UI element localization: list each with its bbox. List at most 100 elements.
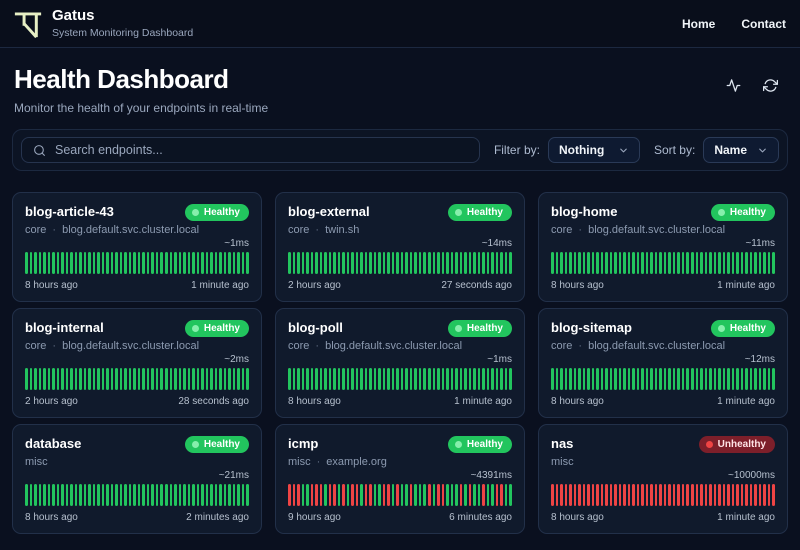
uptime-bar-success[interactable] xyxy=(618,252,622,274)
uptime-bar-success[interactable] xyxy=(164,252,168,274)
uptime-bar-success[interactable] xyxy=(38,252,42,274)
uptime-bar-success[interactable] xyxy=(360,252,363,274)
uptime-bar-success[interactable] xyxy=(609,368,613,390)
uptime-bar-success[interactable] xyxy=(681,368,685,390)
uptime-bar-failure[interactable] xyxy=(763,484,766,506)
uptime-bar-success[interactable] xyxy=(373,484,377,506)
uptime-bar-success[interactable] xyxy=(600,368,604,390)
uptime-bar-success[interactable] xyxy=(310,368,314,390)
uptime-bar-success[interactable] xyxy=(83,252,87,274)
uptime-bar-success[interactable] xyxy=(632,252,635,274)
uptime-bar-success[interactable] xyxy=(355,252,359,274)
uptime-bar-success[interactable] xyxy=(731,368,735,390)
uptime-bar-success[interactable] xyxy=(695,368,699,390)
uptime-bar-success[interactable] xyxy=(681,252,685,274)
uptime-bar-success[interactable] xyxy=(495,252,499,274)
endpoint-card[interactable]: blog-internal Healthy core · blog.defaul… xyxy=(12,308,262,418)
uptime-bar-success[interactable] xyxy=(25,368,28,390)
uptime-bar-success[interactable] xyxy=(722,252,726,274)
uptime-bar-success[interactable] xyxy=(88,252,91,274)
uptime-bar-failure[interactable] xyxy=(578,484,581,506)
uptime-bar-success[interactable] xyxy=(504,252,508,274)
uptime-bar-success[interactable] xyxy=(133,252,136,274)
uptime-bar-failure[interactable] xyxy=(342,484,345,506)
uptime-bar-success[interactable] xyxy=(364,252,368,274)
uptime-bar-success[interactable] xyxy=(146,252,150,274)
endpoint-card[interactable]: database Healthy misc · ~21ms 8 hours ag… xyxy=(12,424,262,534)
endpoint-card[interactable]: nas Unhealthy misc · ~10000ms 8 hours ag… xyxy=(538,424,788,534)
uptime-bar-failure[interactable] xyxy=(727,484,730,506)
uptime-bar-success[interactable] xyxy=(146,484,150,506)
uptime-bar-failure[interactable] xyxy=(441,484,445,506)
uptime-bar-success[interactable] xyxy=(663,252,667,274)
uptime-bar-success[interactable] xyxy=(509,484,512,506)
uptime-bar-success[interactable] xyxy=(110,368,114,390)
uptime-bar-success[interactable] xyxy=(437,252,440,274)
uptime-bar-success[interactable] xyxy=(297,368,300,390)
uptime-bar-success[interactable] xyxy=(486,252,490,274)
uptime-bar-success[interactable] xyxy=(115,484,118,506)
uptime-bar-failure[interactable] xyxy=(319,484,323,506)
uptime-bar-success[interactable] xyxy=(201,252,204,274)
uptime-bar-success[interactable] xyxy=(713,252,717,274)
uptime-bar-success[interactable] xyxy=(61,484,64,506)
uptime-bar-success[interactable] xyxy=(137,368,141,390)
uptime-bar-success[interactable] xyxy=(504,484,508,506)
uptime-bar-success[interactable] xyxy=(133,484,136,506)
uptime-bar-failure[interactable] xyxy=(297,484,300,506)
uptime-bar-success[interactable] xyxy=(382,252,386,274)
uptime-bar-success[interactable] xyxy=(477,484,481,506)
uptime-bar-success[interactable] xyxy=(155,484,159,506)
nav-contact-link[interactable]: Contact xyxy=(741,17,786,31)
uptime-bar-success[interactable] xyxy=(654,252,658,274)
uptime-bar-success[interactable] xyxy=(427,368,431,390)
uptime-bar-failure[interactable] xyxy=(672,484,676,506)
uptime-bar-success[interactable] xyxy=(306,252,309,274)
uptime-bar-success[interactable] xyxy=(205,368,209,390)
uptime-bar-success[interactable] xyxy=(591,368,595,390)
uptime-bar-success[interactable] xyxy=(164,368,168,390)
uptime-bar-failure[interactable] xyxy=(569,484,572,506)
uptime-bar-success[interactable] xyxy=(324,368,327,390)
uptime-bar-success[interactable] xyxy=(600,252,604,274)
uptime-bar-success[interactable] xyxy=(34,252,37,274)
uptime-bar-success[interactable] xyxy=(297,252,300,274)
uptime-bar-success[interactable] xyxy=(183,484,186,506)
uptime-bar-success[interactable] xyxy=(378,484,381,506)
uptime-bar-failure[interactable] xyxy=(641,484,644,506)
uptime-bar-failure[interactable] xyxy=(709,484,712,506)
uptime-bar-success[interactable] xyxy=(106,252,109,274)
uptime-bar-success[interactable] xyxy=(709,368,712,390)
uptime-bar-success[interactable] xyxy=(47,368,51,390)
uptime-bar-success[interactable] xyxy=(160,252,163,274)
uptime-bar-success[interactable] xyxy=(745,252,748,274)
uptime-bar-success[interactable] xyxy=(219,484,222,506)
uptime-bar-success[interactable] xyxy=(174,252,177,274)
uptime-bar-success[interactable] xyxy=(596,252,599,274)
uptime-bar-success[interactable] xyxy=(391,252,395,274)
uptime-bar-success[interactable] xyxy=(573,368,577,390)
uptime-bar-success[interactable] xyxy=(246,368,249,390)
uptime-bar-failure[interactable] xyxy=(328,484,332,506)
uptime-bar-success[interactable] xyxy=(423,484,426,506)
uptime-bar-success[interactable] xyxy=(455,252,458,274)
uptime-bar-success[interactable] xyxy=(727,368,730,390)
uptime-bar-success[interactable] xyxy=(423,252,426,274)
uptime-bar-success[interactable] xyxy=(459,368,463,390)
uptime-bar-success[interactable] xyxy=(92,484,96,506)
uptime-bar-success[interactable] xyxy=(192,368,195,390)
uptime-bar-success[interactable] xyxy=(301,484,305,506)
uptime-bar-success[interactable] xyxy=(414,484,417,506)
uptime-bar-success[interactable] xyxy=(56,368,60,390)
uptime-bar-success[interactable] xyxy=(128,252,132,274)
uptime-bar-failure[interactable] xyxy=(681,484,685,506)
uptime-bar-success[interactable] xyxy=(468,368,472,390)
uptime-bar-failure[interactable] xyxy=(731,484,735,506)
uptime-bar-success[interactable] xyxy=(450,368,454,390)
uptime-bar-success[interactable] xyxy=(587,252,590,274)
uptime-bar-success[interactable] xyxy=(736,368,739,390)
uptime-bar-success[interactable] xyxy=(183,252,186,274)
uptime-bar-failure[interactable] xyxy=(632,484,635,506)
uptime-bar-success[interactable] xyxy=(491,368,494,390)
uptime-bar-success[interactable] xyxy=(360,484,363,506)
